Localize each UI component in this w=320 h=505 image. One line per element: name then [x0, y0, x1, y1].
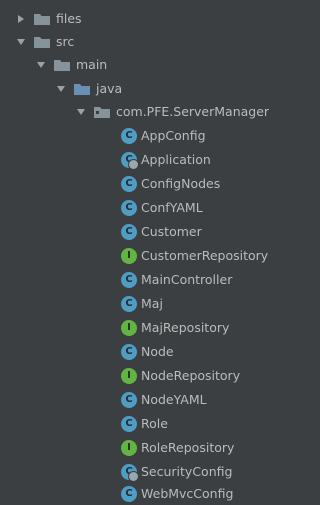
tree-item-class[interactable]: C NodeYAML [0, 388, 294, 411]
class-icon: C [121, 127, 137, 144]
tree-item-interface[interactable]: I NodeRepository [0, 364, 294, 387]
tree-item-class[interactable]: C AppConfig [0, 124, 294, 147]
tree-item-class[interactable]: C MainController [0, 268, 294, 291]
folder-icon [53, 58, 71, 72]
tree-node-label: files [56, 11, 82, 26]
folder-icon [33, 35, 51, 49]
class-icon: C [121, 175, 137, 192]
source-folder-icon [73, 82, 91, 96]
runnable-class-icon: C [121, 151, 139, 170]
gear-badge-icon [128, 470, 139, 482]
project-tree: files src main java com.PFE.ServerManage… [0, 0, 294, 502]
tree-item-label: Application [141, 152, 211, 167]
collapse-arrow-icon[interactable] [15, 36, 27, 48]
tree-item-class[interactable]: C ConfYAML [0, 196, 294, 219]
tree-node-main[interactable]: main [0, 53, 294, 76]
tree-item-class[interactable]: C Maj [0, 292, 294, 315]
interface-icon: I [121, 439, 137, 456]
tree-node-src[interactable]: src [0, 30, 294, 53]
class-icon: C [121, 271, 137, 288]
tree-item-label: ConfYAML [141, 200, 203, 215]
tree-node-label: main [76, 57, 108, 72]
tree-item-interface[interactable]: I CustomerRepository [0, 244, 294, 267]
tree-item-label: Role [141, 416, 168, 431]
tree-item-class[interactable]: C SecurityConfig [0, 460, 294, 483]
tree-item-label: WebMvcConfig [141, 486, 234, 501]
tree-item-class[interactable]: C WebMvcConfig [0, 482, 294, 505]
class-icon: C [121, 223, 137, 240]
tree-item-label: Customer [141, 224, 202, 239]
tree-node-files[interactable]: files [0, 7, 294, 30]
class-icon: C [121, 343, 137, 360]
tree-item-class[interactable]: C Role [0, 412, 294, 435]
folder-icon [33, 12, 51, 26]
collapse-arrow-icon[interactable] [55, 83, 67, 95]
tree-item-label: NodeYAML [141, 392, 207, 407]
expand-arrow-icon[interactable] [15, 13, 27, 25]
collapse-arrow-icon[interactable] [75, 106, 87, 118]
tree-item-class[interactable]: C Customer [0, 220, 294, 243]
collapse-arrow-icon[interactable] [35, 59, 47, 71]
tree-node-package[interactable]: com.PFE.ServerManager [0, 100, 294, 123]
tree-node-label: src [56, 34, 75, 49]
tree-item-label: AppConfig [141, 128, 206, 143]
tree-item-interface[interactable]: I RoleRepository [0, 436, 294, 459]
tree-item-class[interactable]: C Application [0, 148, 294, 171]
config-class-icon: C [121, 463, 139, 482]
tree-item-label: NodeRepository [141, 368, 241, 383]
tree-item-label: Maj [141, 296, 163, 311]
tree-node-label: com.PFE.ServerManager [116, 104, 270, 119]
interface-icon: I [121, 247, 137, 264]
class-icon: C [121, 415, 137, 432]
tree-item-class[interactable]: C Node [0, 340, 294, 363]
class-icon: C [121, 295, 137, 312]
interface-icon: I [121, 367, 137, 384]
tree-item-label: RoleRepository [141, 440, 235, 455]
tree-item-label: Node [141, 344, 174, 359]
tree-item-label: CustomerRepository [141, 248, 269, 263]
class-icon: C [121, 391, 137, 408]
tree-item-label: MainController [141, 272, 233, 287]
tree-item-class[interactable]: C ConfigNodes [0, 172, 294, 195]
run-badge-icon [128, 158, 139, 170]
class-icon: C [121, 485, 137, 502]
tree-item-interface[interactable]: I MajRepository [0, 316, 294, 339]
tree-node-java[interactable]: java [0, 77, 294, 100]
interface-icon: I [121, 319, 137, 336]
tree-item-label: ConfigNodes [141, 176, 221, 191]
tree-item-label: SecurityConfig [141, 464, 233, 479]
tree-node-label: java [96, 81, 123, 96]
class-icon: C [121, 199, 137, 216]
tree-item-label: MajRepository [141, 320, 230, 335]
package-icon [93, 105, 111, 119]
